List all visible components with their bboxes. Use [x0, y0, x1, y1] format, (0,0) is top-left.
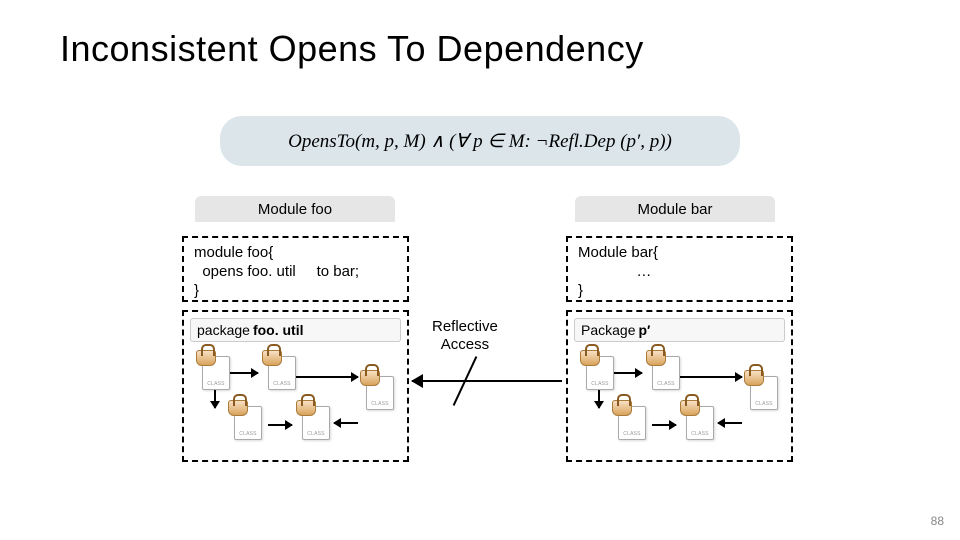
class-icon [360, 374, 396, 410]
page-number: 88 [931, 514, 944, 528]
package-p-prime: Package p′ [566, 310, 793, 462]
class-icon [296, 404, 332, 440]
slide-title: Inconsistent Opens To Dependency [60, 28, 644, 70]
dep-arrow [718, 422, 742, 424]
module-bar-header: Module bar [575, 196, 775, 222]
dep-arrow [614, 372, 642, 374]
class-icon [580, 354, 616, 390]
class-icon [262, 354, 298, 390]
dep-arrow [230, 372, 258, 374]
class-icon [744, 374, 780, 410]
class-icon [228, 404, 264, 440]
package-bar-label: Package p′ [574, 318, 785, 342]
package-foo-label: package foo. util [190, 318, 401, 342]
formula-bar: OpensTo(m, p, M) ∧ (∀ p ∈ M: ¬Refl.Dep (… [220, 116, 740, 166]
formula-text: OpensTo(m, p, M) ∧ (∀ p ∈ M: ¬Refl.Dep (… [288, 130, 672, 153]
dep-arrow [334, 422, 358, 424]
class-icon [612, 404, 648, 440]
module-bar-code: Module bar{ … } [566, 236, 793, 302]
reflective-access-label: Reflective Access [432, 318, 498, 354]
class-icon [680, 404, 716, 440]
class-icon [196, 354, 232, 390]
package-keyword: Package [581, 322, 635, 338]
package-foo-util: package foo. util [182, 310, 409, 462]
dep-arrow [652, 424, 676, 426]
package-foo-name: foo. util [253, 322, 304, 338]
dep-arrow [268, 424, 292, 426]
package-keyword: package [197, 322, 250, 338]
dep-arrow [214, 390, 216, 408]
class-icon [646, 354, 682, 390]
module-foo-header: Module foo [195, 196, 395, 222]
package-bar-name: p′ [638, 322, 650, 338]
module-foo-code: module foo{ opens foo. util to bar; } [182, 236, 409, 302]
reflective-access-arrow [412, 380, 562, 382]
dep-arrow [680, 376, 742, 378]
dep-arrow [296, 376, 358, 378]
dep-arrow [598, 390, 600, 408]
